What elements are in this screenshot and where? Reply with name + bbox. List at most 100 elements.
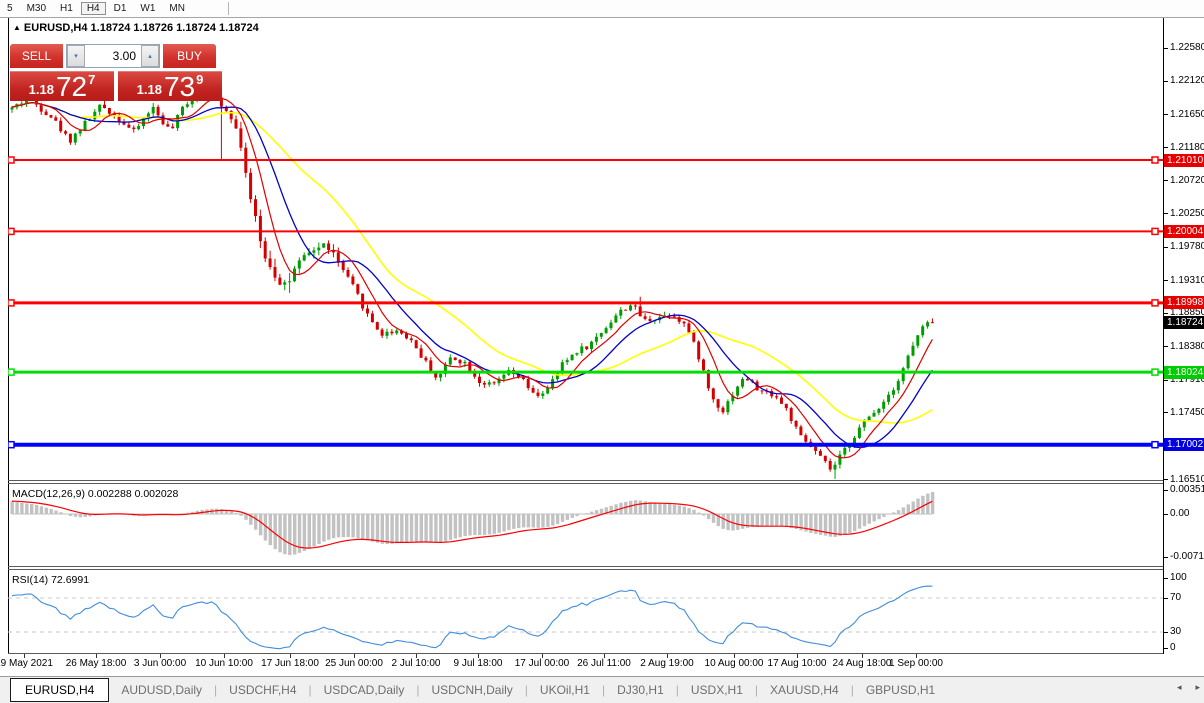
macd-axis-label: -0.00717	[1170, 551, 1204, 562]
time-axis-label: 25 Jun 00:00	[325, 658, 383, 669]
price-axis-tick	[1163, 312, 1168, 314]
macd-axis-tick	[1163, 490, 1168, 491]
tab-scroll-left-icon[interactable]: ◂	[1177, 682, 1182, 693]
volume-spinner: ▾ 3.00 ▴	[66, 44, 160, 68]
rsi-axis-label: 70	[1170, 592, 1182, 603]
timeframe-button-d1[interactable]: D1	[108, 2, 133, 15]
price-line-badge: 1.21010	[1164, 153, 1204, 167]
rsi-axis-tick	[1163, 598, 1168, 599]
chart-tab-gbpusd[interactable]: GBPUSD,H1	[854, 679, 947, 701]
price-axis-label: 1.22580	[1170, 42, 1204, 54]
price-axis-tick	[1163, 47, 1168, 49]
price-axis-tick	[1163, 412, 1168, 414]
rsi-axis-tick	[1163, 578, 1168, 579]
price-axis-tick	[1163, 479, 1168, 481]
time-axis-label: 24 Aug 18:00	[832, 658, 892, 669]
price-axis-label: 1.20250	[1170, 207, 1204, 219]
time-axis-label: 3 Jun 00:00	[133, 658, 187, 669]
volume-increase-button[interactable]: ▴	[141, 45, 159, 67]
timeframe-button-m30[interactable]: M30	[21, 2, 52, 15]
chart-tab-usdx[interactable]: USDX,H1	[679, 679, 755, 701]
one-click-trading-panel: SELL ▾ 3.00 ▴ BUY 1.18 72 7 1.18 73 9	[10, 44, 222, 101]
time-axis-label: 17 Aug 10:00	[767, 658, 827, 669]
time-axis-label: 2 Aug 19:00	[640, 658, 694, 669]
rsi-axis-tick	[1163, 648, 1168, 649]
ask-price-sup: 9	[196, 72, 204, 87]
time-axis-label: 9 Jul 18:00	[453, 658, 503, 669]
timeframe-button-h4[interactable]: H4	[80, 2, 106, 15]
timeframe-button-h1[interactable]: H1	[54, 2, 79, 15]
pane-separator[interactable]	[8, 480, 1164, 481]
price-axis-tick	[1163, 80, 1168, 82]
price-axis-tick	[1163, 346, 1168, 348]
chart-tab-xauusd[interactable]: XAUUSD,H4	[758, 679, 851, 701]
macd-pane[interactable]	[8, 484, 1163, 566]
price-line-badge: 1.17002	[1164, 438, 1204, 452]
time-axis-label: 17 Jun 18:00	[261, 658, 319, 669]
price-axis-label: 1.21650	[1170, 108, 1204, 120]
time-axis-label: 17 Jul 00:00	[514, 658, 570, 669]
rsi-pane[interactable]	[8, 570, 1163, 653]
price-axis-label: 1.19310	[1170, 274, 1204, 286]
pane-separator	[8, 569, 1164, 570]
chart-tab-dj30[interactable]: DJ30,H1	[605, 679, 676, 701]
tab-scroll-arrows: ◂ ▸	[1177, 682, 1200, 693]
ask-price-small: 1.18	[136, 82, 162, 97]
pane-separator	[8, 653, 1164, 654]
sell-button[interactable]: SELL	[10, 44, 63, 68]
rsi-axis-label: 0	[1170, 642, 1176, 653]
macd-axis-label: 0.00	[1170, 508, 1190, 519]
time-axis-label: 2 Jul 10:00	[391, 658, 441, 669]
ask-price-big: 73	[163, 71, 196, 102]
chart-tab-usdcad[interactable]: USDCAD,Daily	[312, 679, 417, 701]
price-line-badge: 1.20004	[1164, 224, 1204, 238]
bid-price-display[interactable]: 1.18 72 7	[10, 71, 114, 101]
price-axis-label: 1.17450	[1170, 406, 1204, 418]
time-axis-label: 10 Jun 10:00	[195, 658, 253, 669]
price-axis-label: 1.18380	[1170, 340, 1204, 352]
chart-tab-eurusd[interactable]: EURUSD,H4	[10, 678, 110, 702]
timeframe-button-5[interactable]: 5	[1, 2, 19, 15]
ask-price-display[interactable]: 1.18 73 9	[118, 71, 222, 101]
current-price-badge: 1.18724	[1164, 315, 1204, 329]
bid-price-big: 72	[55, 71, 88, 102]
macd-axis-tick	[1163, 514, 1168, 515]
price-axis-label: 1.21180	[1170, 141, 1204, 153]
rsi-label: RSI(14) 72.6991	[12, 574, 90, 586]
bid-price-sup: 7	[88, 72, 96, 87]
chart-tab-ukoil[interactable]: UKOil,H1	[528, 679, 602, 701]
rsi-axis-label: 30	[1170, 626, 1182, 637]
time-axis-label: 26 Jul 11:00	[577, 658, 631, 669]
timeframe-toolbar: 5 M30 H1 H4 D1 W1 MN	[0, 0, 1204, 18]
price-axis-tick	[1163, 246, 1168, 248]
timeframe-button-mn[interactable]: MN	[163, 2, 191, 15]
price-axis-tick	[1163, 114, 1168, 116]
pane-separator	[8, 483, 1164, 484]
price-axis-label: 1.22120	[1170, 75, 1204, 87]
time-axis-label: 10 Aug 00:00	[704, 658, 764, 669]
volume-input[interactable]: 3.00	[85, 45, 141, 67]
rsi-axis-label: 100	[1170, 572, 1187, 583]
price-axis-tick	[1163, 213, 1168, 215]
chart-tab-usdchf[interactable]: USDCHF,H4	[217, 679, 308, 701]
price-line-badge: 1.18998	[1164, 296, 1204, 310]
volume-decrease-button[interactable]: ▾	[67, 45, 85, 67]
macd-axis-label: 0.003515	[1170, 484, 1204, 495]
buy-button[interactable]: BUY	[163, 44, 216, 68]
chart-tab-audusd[interactable]: AUDUSD,Daily	[109, 679, 214, 701]
price-axis-tick	[1163, 147, 1168, 149]
tab-scroll-right-icon[interactable]: ▸	[1195, 682, 1200, 693]
timeframe-button-w1[interactable]: W1	[134, 2, 161, 15]
price-axis-label: 1.20720	[1170, 174, 1204, 186]
macd-label: MACD(12,26,9) 0.002288 0.002028	[12, 488, 179, 500]
macd-axis-tick	[1163, 557, 1168, 558]
chart-tab-usdcnh[interactable]: USDCNH,Daily	[419, 679, 524, 701]
price-line-badge: 1.18024	[1164, 365, 1204, 379]
rsi-axis-tick	[1163, 632, 1168, 633]
pane-separator[interactable]	[8, 566, 1164, 567]
toolbar-separator	[227, 2, 229, 15]
price-axis-tick	[1163, 379, 1168, 381]
bid-price-small: 1.18	[28, 82, 54, 97]
time-axis-label: 26 May 18:00	[65, 658, 127, 669]
chart-tab-bar: EURUSD,H4 AUDUSD,Daily | USDCHF,H4 | USDCAD,D…	[0, 676, 1204, 703]
